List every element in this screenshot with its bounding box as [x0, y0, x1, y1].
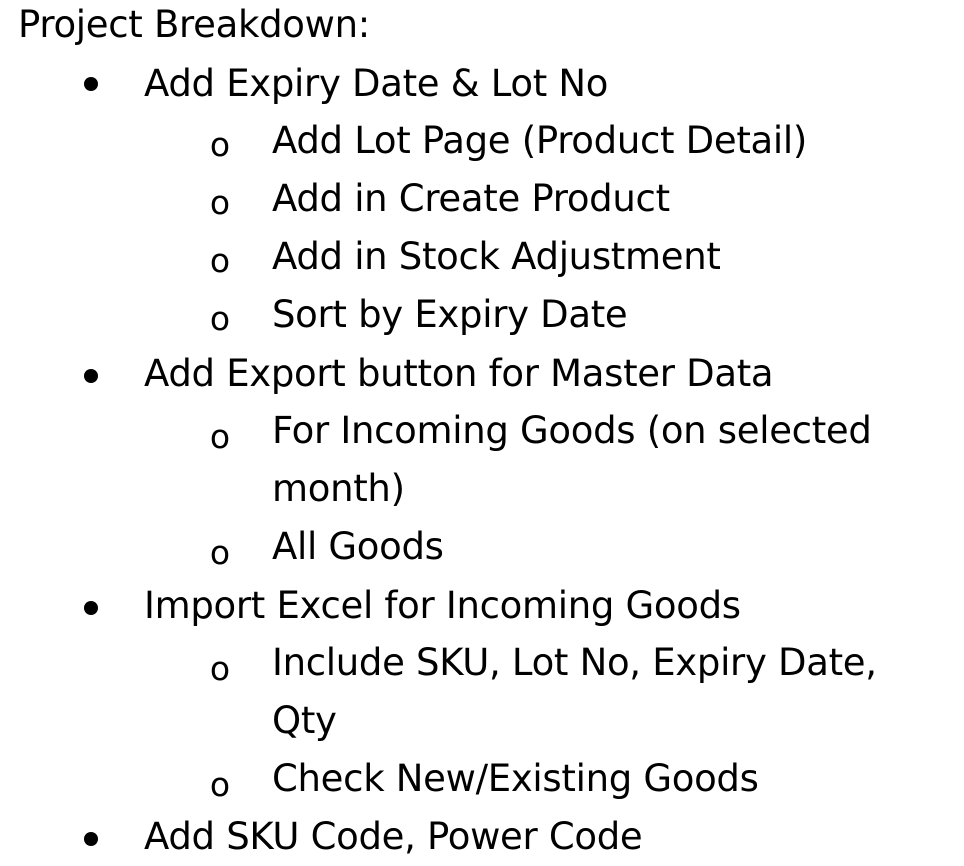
bullet-icon: [84, 369, 98, 383]
sub-list-item: Add in Create Product: [272, 177, 670, 220]
sub-list-item: Include SKU, Lot No, Expiry Date,: [272, 641, 877, 684]
list-item: Import Excel for Incoming Goods: [144, 584, 741, 627]
sub-list-item: Add in Stock Adjustment: [272, 235, 721, 278]
list-item: Add Export button for Master Data: [144, 352, 774, 395]
sub-list-item-continuation: Qty: [272, 699, 337, 742]
sub-bullet-icon: o: [209, 241, 231, 280]
sub-bullet-icon: o: [209, 299, 231, 338]
page-title: Project Breakdown:: [18, 3, 370, 46]
list-item: Add Expiry Date & Lot No: [144, 62, 609, 105]
sub-bullet-icon: o: [209, 183, 231, 222]
sub-bullet-icon: o: [209, 125, 231, 164]
sub-bullet-icon: o: [209, 649, 231, 688]
sub-list-item: Check New/Existing Goods: [272, 757, 759, 800]
list-item: Add SKU Code, Power Code: [144, 815, 643, 858]
sub-bullet-icon: o: [209, 533, 231, 572]
sub-list-item-continuation: month): [272, 467, 405, 510]
bullet-icon: [84, 832, 98, 846]
sub-bullet-icon: o: [209, 765, 231, 804]
document-page: Project Breakdown: Add Expiry Date & Lot…: [0, 0, 964, 864]
sub-bullet-icon: o: [209, 417, 231, 456]
sub-list-item: Sort by Expiry Date: [272, 293, 628, 336]
sub-list-item: All Goods: [272, 525, 444, 568]
sub-list-item: Add Lot Page (Product Detail): [272, 119, 808, 162]
sub-list-item: For Incoming Goods (on selected: [272, 409, 872, 452]
bullet-icon: [84, 77, 98, 91]
bullet-icon: [84, 601, 98, 615]
